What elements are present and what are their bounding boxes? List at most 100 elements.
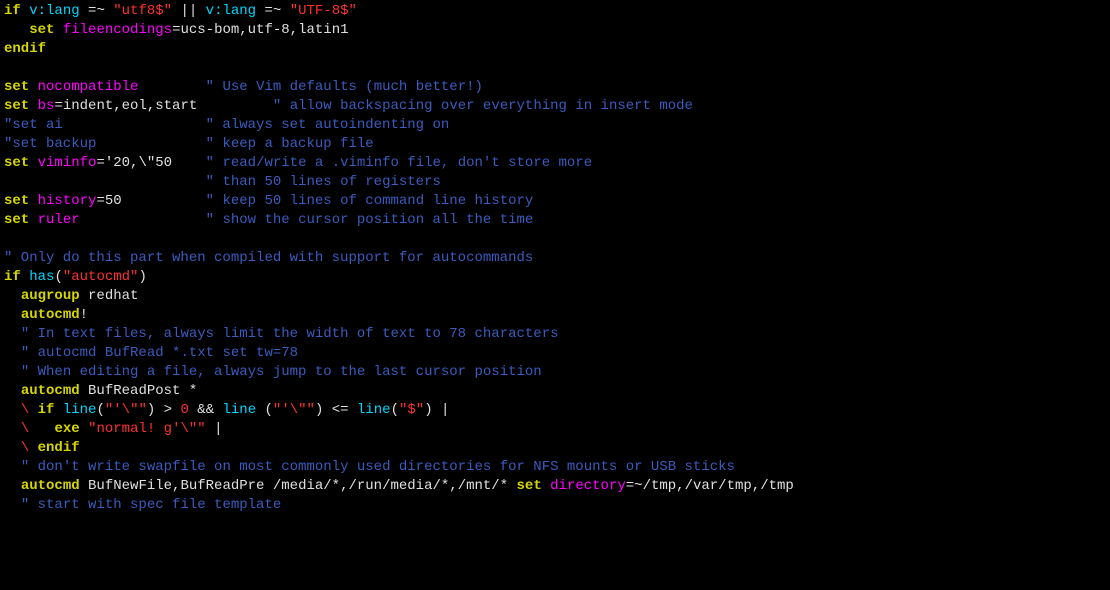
token-kw: autocmd	[21, 478, 80, 494]
token-op: =	[54, 98, 62, 114]
token-op	[4, 497, 21, 513]
code-line[interactable]: augroup redhat	[4, 287, 1106, 306]
token-num: 0	[180, 402, 188, 418]
code-line[interactable]: " than 50 lines of registers	[4, 173, 1106, 192]
token-kw: endif	[4, 41, 46, 57]
code-editor[interactable]: if v:lang =~ "utf8$" || v:lang =~ "UTF-8…	[0, 0, 1110, 517]
token-op: (	[54, 269, 62, 285]
token-kw: set	[29, 22, 54, 38]
code-line[interactable]: set history=50 " keep 50 lines of comman…	[4, 192, 1106, 211]
token-val: indent,eol,start	[63, 98, 197, 114]
token-val: BufReadPost *	[88, 383, 197, 399]
token-op	[80, 383, 88, 399]
code-line[interactable]: set viminfo='20,\"50 " read/write a .vim…	[4, 154, 1106, 173]
code-line[interactable]: " autocmd BufRead *.txt set tw=78	[4, 344, 1106, 363]
token-op	[4, 326, 21, 342]
token-op: =	[96, 155, 104, 171]
token-val: ~/tmp,/var/tmp,/tmp	[634, 478, 794, 494]
token-val: BufNewFile,BufReadPre /media/*,/run/medi…	[88, 478, 516, 494]
token-op	[21, 269, 29, 285]
token-op	[172, 155, 206, 171]
code-line[interactable]: set bs=indent,eol,start " allow backspac…	[4, 97, 1106, 116]
code-line[interactable]: \ endif	[4, 439, 1106, 458]
token-op	[80, 288, 88, 304]
token-op: !	[80, 307, 88, 323]
code-line[interactable]: " don't write swapfile on most commonly …	[4, 458, 1106, 477]
token-opt: nocompatible	[38, 79, 139, 95]
token-cmt: " autocmd BufRead *.txt set tw=78	[21, 345, 298, 361]
token-cmt: "set backup " keep a backup file	[4, 136, 374, 152]
token-op	[197, 98, 273, 114]
token-kw: if	[38, 402, 55, 418]
code-line[interactable]	[4, 59, 1106, 78]
token-op: |	[206, 421, 223, 437]
token-cmt: " don't write swapfile on most commonly …	[21, 459, 735, 475]
token-op	[4, 383, 21, 399]
token-op	[29, 440, 37, 456]
token-kw: exe	[54, 421, 79, 437]
code-line[interactable]: " In text files, always limit the width …	[4, 325, 1106, 344]
code-line[interactable]: set nocompatible " Use Vim defaults (muc…	[4, 78, 1106, 97]
token-op: =	[626, 478, 634, 494]
token-op	[80, 421, 88, 437]
code-line[interactable]	[4, 230, 1106, 249]
token-cmt: " Only do this part when compiled with s…	[4, 250, 533, 266]
token-fn: line	[223, 402, 257, 418]
token-str: "utf8$"	[113, 3, 172, 19]
code-line[interactable]: autocmd BufNewFile,BufReadPre /media/*,/…	[4, 477, 1106, 496]
token-op	[29, 193, 37, 209]
token-kw: set	[4, 79, 29, 95]
token-cmt: " keep 50 lines of command line history	[206, 193, 534, 209]
token-esc: \	[21, 421, 29, 437]
token-fn: has	[29, 269, 54, 285]
token-op	[80, 478, 88, 494]
token-kw: augroup	[21, 288, 80, 304]
token-cmt: " When editing a file, always jump to th…	[21, 364, 542, 380]
code-line[interactable]: " Only do this part when compiled with s…	[4, 249, 1106, 268]
code-line[interactable]: set ruler " show the cursor position all…	[4, 211, 1106, 230]
token-str: "normal! g'\""	[88, 421, 206, 437]
code-line[interactable]: if v:lang =~ "utf8$" || v:lang =~ "UTF-8…	[4, 2, 1106, 21]
token-op: ) |	[424, 402, 449, 418]
token-kw: set	[4, 193, 29, 209]
token-kw: set	[517, 478, 542, 494]
token-op: ||	[172, 3, 206, 19]
token-id: v:lang	[29, 3, 79, 19]
token-op	[80, 212, 206, 228]
code-line[interactable]: "set ai " always set autoindenting on	[4, 116, 1106, 135]
token-op: (	[391, 402, 399, 418]
token-cmt: " In text files, always limit the width …	[21, 326, 559, 342]
token-opt: ruler	[38, 212, 80, 228]
token-str: "UTF-8$"	[290, 3, 357, 19]
token-op: ) <=	[315, 402, 357, 418]
token-kw: set	[4, 212, 29, 228]
token-kw: if	[4, 269, 21, 285]
token-cmt: "set ai " always set autoindenting on	[4, 117, 449, 133]
code-line[interactable]: " start with spec file template	[4, 496, 1106, 515]
token-opt: fileencodings	[63, 22, 172, 38]
token-cmt: " than 50 lines of registers	[206, 174, 441, 190]
token-op	[4, 345, 21, 361]
token-op	[29, 155, 37, 171]
code-line[interactable]: if has("autocmd")	[4, 268, 1106, 287]
code-line[interactable]: set fileencodings=ucs-bom,utf-8,latin1	[4, 21, 1106, 40]
code-line[interactable]: " When editing a file, always jump to th…	[4, 363, 1106, 382]
code-line[interactable]: \ exe "normal! g'\"" |	[4, 420, 1106, 439]
token-kw: autocmd	[21, 383, 80, 399]
token-val: redhat	[88, 288, 138, 304]
token-op: &&	[189, 402, 223, 418]
code-line[interactable]: endif	[4, 40, 1106, 59]
code-line[interactable]: autocmd BufReadPost *	[4, 382, 1106, 401]
token-kw: autocmd	[21, 307, 80, 323]
code-line[interactable]: \ if line("'\"") > 0 && line ("'\"") <= …	[4, 401, 1106, 420]
token-op	[4, 22, 29, 38]
token-op	[542, 478, 550, 494]
token-op: ) >	[147, 402, 181, 418]
code-line[interactable]: "set backup " keep a backup file	[4, 135, 1106, 154]
token-val: '20,\"50	[105, 155, 172, 171]
token-esc: \	[21, 402, 29, 418]
code-line[interactable]: autocmd!	[4, 306, 1106, 325]
token-opt: directory	[550, 478, 626, 494]
token-val: 50	[105, 193, 122, 209]
token-cmt: " Use Vim defaults (much better!)	[206, 79, 483, 95]
